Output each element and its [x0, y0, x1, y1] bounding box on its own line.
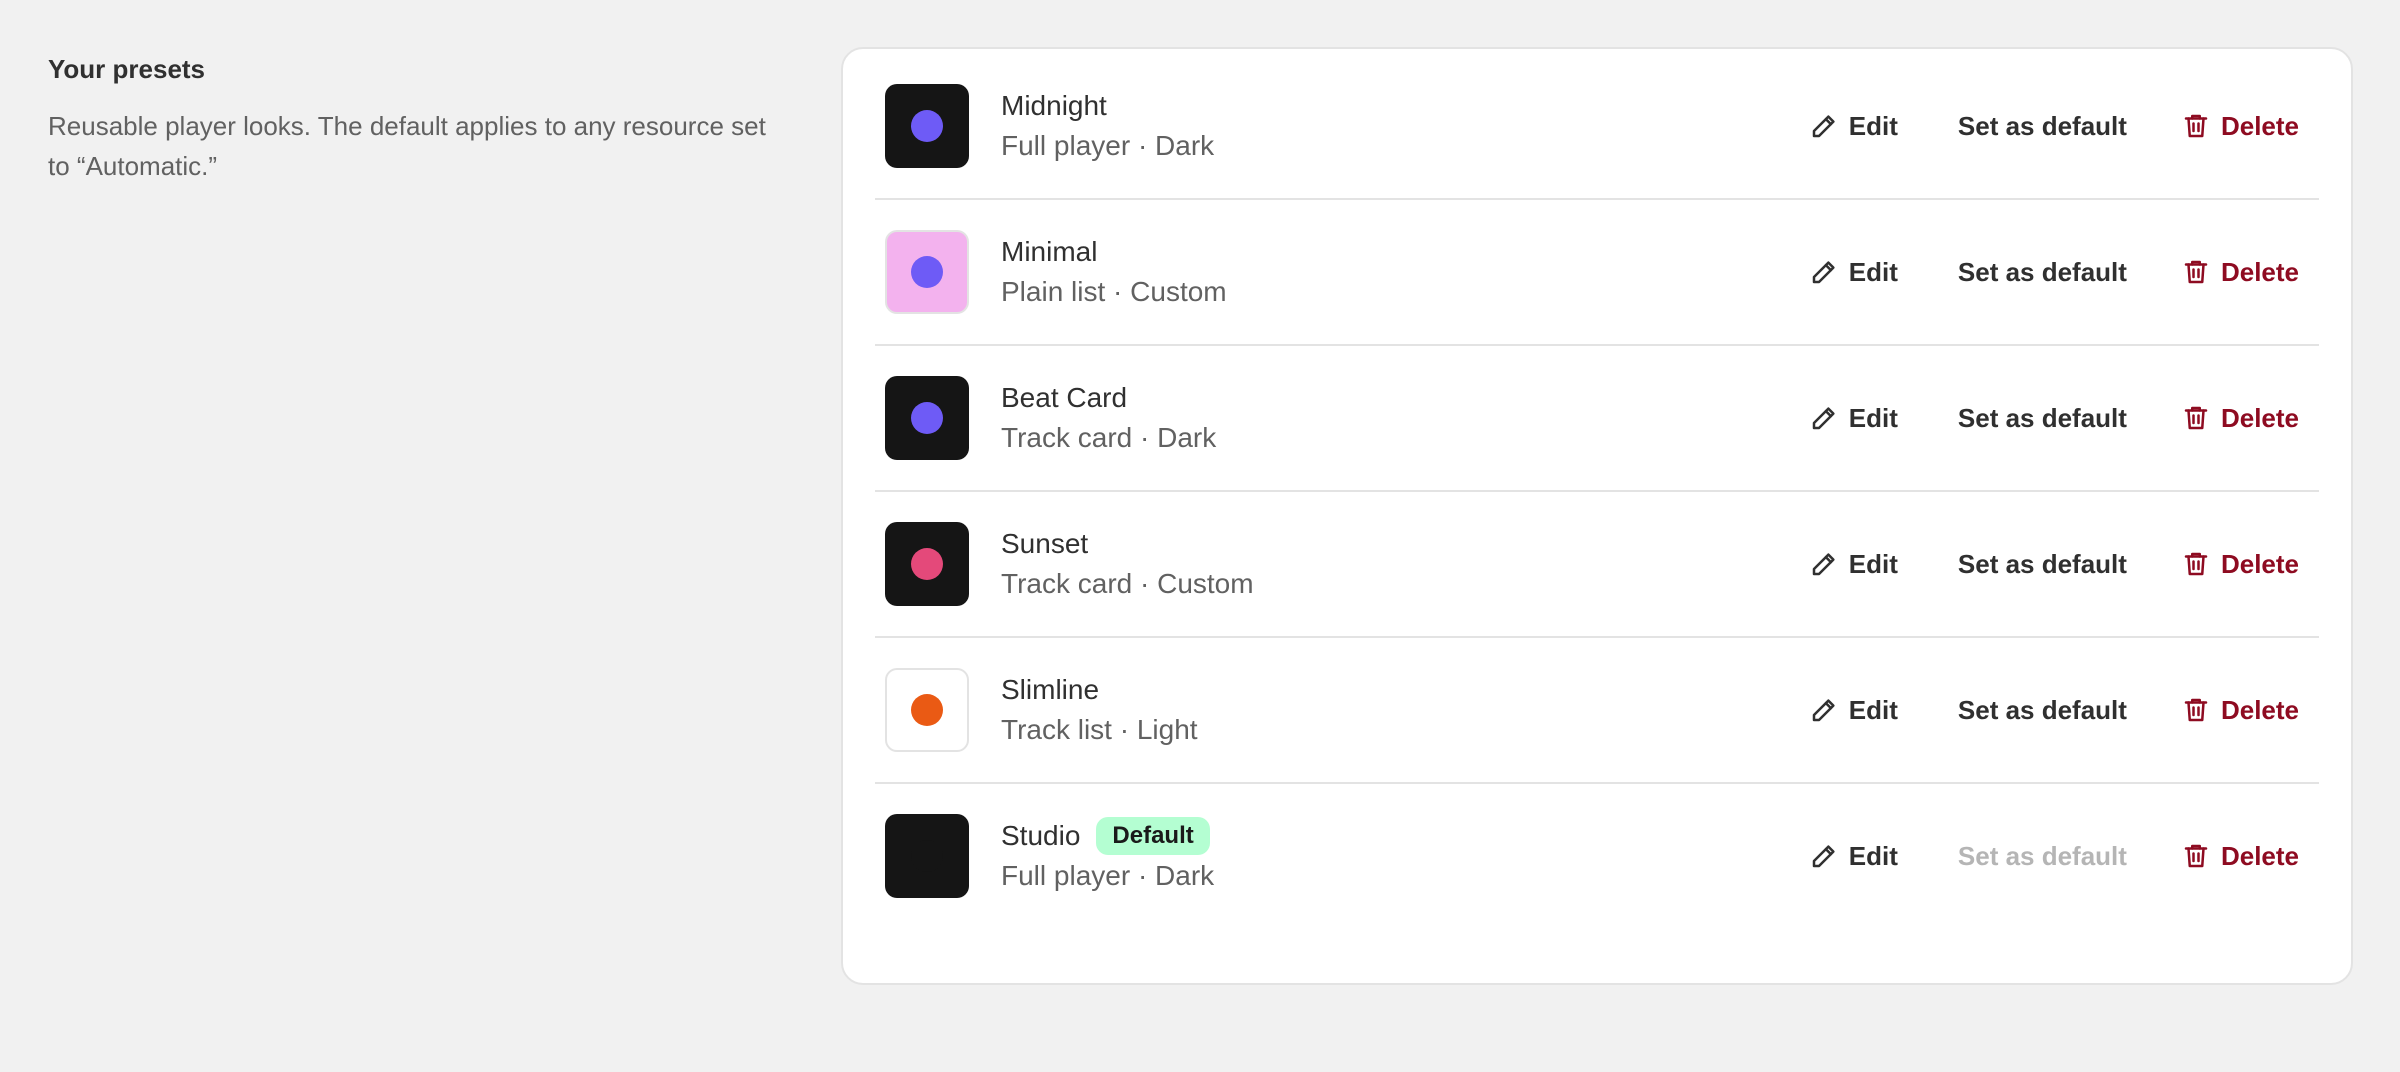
preset-info: Midnight Full player · Dark [1001, 86, 1809, 166]
preset-name: Minimal [1001, 236, 1098, 267]
preset-actions: Edit Set as default Delete [1809, 398, 2299, 438]
preset-name: Sunset [1001, 528, 1089, 559]
preset-swatch [885, 522, 969, 606]
preset-actions: Edit Set as default Delete [1809, 252, 2299, 292]
preset-accent-dot [911, 840, 943, 872]
pencil-icon [1809, 841, 1849, 871]
delete-button[interactable]: Delete [2181, 252, 2299, 292]
preset-name-line: Sunset [1001, 524, 1809, 564]
edit-button[interactable]: Edit [1809, 252, 1898, 292]
preset-info: Minimal Plain list · Custom [1001, 232, 1809, 312]
preset-meta: Track card · Custom [1001, 568, 1254, 599]
delete-label: Delete [2220, 257, 2299, 287]
edit-label: Edit [1848, 549, 1898, 579]
section-title: Your presets [48, 54, 206, 84]
edit-label: Edit [1848, 403, 1898, 433]
edit-button[interactable]: Edit [1809, 398, 1898, 438]
preset-swatch [885, 668, 969, 752]
preset-accent-dot [911, 110, 943, 142]
preset-accent-dot [911, 694, 943, 726]
preset-info: Beat Card Track card · Dark [1001, 378, 1809, 458]
preset-name: Beat Card [1001, 382, 1128, 413]
edit-button[interactable]: Edit [1809, 544, 1898, 584]
delete-label: Delete [2220, 695, 2299, 725]
trash-icon [2181, 111, 2221, 141]
presets-card: Midnight Full player · Dark Edit Set as def… [841, 47, 2353, 985]
delete-button[interactable]: Delete [2181, 398, 2299, 438]
preset-actions: Edit Set as default Delete [1809, 544, 2299, 584]
preset-row: Sunset Track card · Custom Edit Set as defa… [875, 492, 2319, 638]
preset-swatch [885, 376, 969, 460]
edit-button[interactable]: Edit [1809, 106, 1898, 146]
preset-info: Sunset Track card · Custom [1001, 524, 1809, 604]
preset-row: Minimal Plain list · Custom Edit Set as def… [875, 200, 2319, 346]
set-default-button[interactable]: Set as default [1958, 252, 2127, 292]
delete-label: Delete [2220, 403, 2299, 433]
preset-row: Studio Default Full player · Dark Edit Set a… [875, 784, 2319, 928]
preset-name: Studio [1001, 820, 1081, 851]
set-default-button[interactable]: Set as default [1958, 398, 2127, 438]
trash-icon [2181, 695, 2221, 725]
preset-name-line: Midnight [1001, 86, 1809, 126]
trash-icon [2181, 549, 2221, 579]
pencil-icon [1809, 549, 1849, 579]
set-default-button: Set as default [1957, 841, 2127, 871]
pencil-icon [1809, 403, 1849, 433]
preset-meta: Track list · Light [1001, 714, 1198, 745]
edit-label: Edit [1848, 257, 1898, 287]
preset-swatch [885, 230, 969, 314]
delete-button[interactable]: Delete [2181, 106, 2299, 146]
preset-name-line: Slimline [1001, 670, 1809, 710]
preset-meta: Full player · Dark [1001, 130, 1215, 161]
preset-name: Midnight [1001, 90, 1107, 121]
preset-info: Slimline Track list · Light [1001, 670, 1809, 750]
preset-name: Slimline [1001, 674, 1100, 705]
pencil-icon [1809, 695, 1849, 725]
preset-row: Midnight Full player · Dark Edit Set as def… [875, 54, 2319, 200]
pencil-icon [1809, 257, 1849, 287]
preset-name-line: Studio Default [1001, 816, 1809, 856]
delete-button[interactable]: Delete [2181, 836, 2299, 876]
set-default-button[interactable]: Set as default [1958, 106, 2127, 146]
trash-icon [2181, 841, 2221, 871]
set-default-button[interactable]: Set as default [1958, 690, 2127, 730]
preset-accent-dot [911, 256, 943, 288]
preset-meta: Full player · Dark [1001, 860, 1215, 891]
trash-icon [2181, 403, 2221, 433]
preset-actions: Edit Set as default Delete [1809, 836, 2299, 876]
delete-label: Delete [2220, 841, 2299, 871]
preset-name-line: Minimal [1001, 232, 1809, 272]
edit-label: Edit [1848, 695, 1898, 725]
set-default-button[interactable]: Set as default [1958, 544, 2127, 584]
preset-info: Studio Default Full player · Dark [1001, 816, 1809, 896]
pencil-icon [1809, 111, 1849, 141]
preset-meta: Track card · Dark [1001, 422, 1217, 453]
preset-accent-dot [911, 548, 943, 580]
delete-label: Delete [2220, 549, 2299, 579]
edit-label: Edit [1848, 111, 1898, 141]
delete-button[interactable]: Delete [2181, 690, 2299, 730]
delete-button[interactable]: Delete [2181, 544, 2299, 584]
edit-button[interactable]: Edit [1809, 690, 1898, 730]
preset-name-line: Beat Card [1001, 378, 1809, 418]
default-badge: Default [1096, 817, 1210, 855]
edit-label: Edit [1848, 841, 1898, 871]
preset-actions: Edit Set as default Delete [1809, 690, 2299, 730]
trash-icon [2181, 257, 2221, 287]
preset-meta: Plain list · Custom [1001, 276, 1227, 307]
preset-actions: Edit Set as default Delete [1809, 106, 2299, 146]
preset-swatch [885, 84, 969, 168]
preset-row: Slimline Track list · Light Edit Set as def… [875, 638, 2319, 784]
preset-accent-dot [911, 402, 943, 434]
presets-list: Midnight Full player · Dark Edit Set as def… [875, 49, 2319, 928]
presets-intro: Your presets Reusable player looks. The … [48, 50, 788, 186]
section-description: Reusable player looks. The default appli… [48, 111, 766, 181]
preset-row: Beat Card Track card · Dark Edit Set as def… [875, 346, 2319, 492]
edit-button[interactable]: Edit [1809, 836, 1898, 876]
preset-swatch [885, 814, 969, 898]
delete-label: Delete [2220, 111, 2299, 141]
